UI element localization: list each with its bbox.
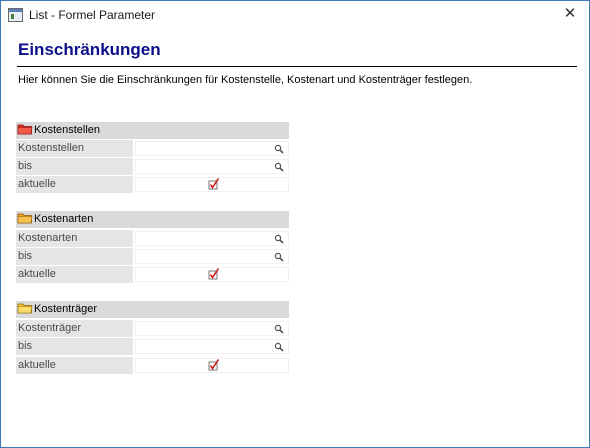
group-title: Kostenstellen (34, 124, 101, 136)
intro-text: Hier können Sie die Einschränkungen für … (18, 74, 473, 86)
search-icon[interactable] (274, 162, 284, 172)
window-title: List - Formel Parameter (29, 8, 156, 22)
search-icon[interactable] (274, 252, 284, 262)
group-header-kostentraeger: Kostenträger (16, 301, 289, 318)
row-label: bis (16, 338, 133, 355)
kostentraeger-from-input[interactable] (135, 321, 289, 336)
kostenstellen-to-input[interactable] (135, 159, 289, 174)
app-icon (8, 8, 23, 22)
heading-divider (17, 66, 577, 67)
current-checkbox[interactable] (208, 359, 220, 371)
row-label: aktuelle (16, 176, 133, 193)
row-label: bis (16, 158, 133, 175)
group-header-kostenstellen: Kostenstellen (16, 122, 289, 139)
kostenstellen-current-field (135, 177, 289, 192)
title-bar[interactable]: List - Formel Parameter ✕ (1, 1, 589, 29)
current-checkbox[interactable] (208, 178, 220, 190)
row-label: bis (16, 248, 133, 265)
group-header-kostenarten: Kostenarten (16, 211, 289, 228)
orange-folder-icon (17, 213, 33, 224)
kostenstellen-from-input[interactable] (135, 141, 289, 156)
kostenarten-from-input[interactable] (135, 231, 289, 246)
row-label: aktuelle (16, 266, 133, 283)
search-icon[interactable] (274, 342, 284, 352)
kostentraeger-to-input[interactable] (135, 339, 289, 354)
row-label: Kostenarten (16, 230, 133, 247)
group-title: Kostenarten (34, 213, 94, 225)
dialog-window: List - Formel Parameter ✕ Einschränkunge… (0, 0, 590, 448)
row-label: aktuelle (16, 357, 133, 374)
row-label: Kostenträger (16, 320, 133, 337)
row-label: Kostenstellen (16, 140, 133, 157)
search-icon[interactable] (274, 144, 284, 154)
kostentraeger-current-field (135, 358, 289, 373)
group-title: Kostenträger (34, 303, 97, 315)
red-folder-icon (17, 124, 33, 135)
search-icon[interactable] (274, 234, 284, 244)
kostenarten-to-input[interactable] (135, 249, 289, 264)
close-button[interactable]: ✕ (557, 1, 583, 25)
kostenarten-current-field (135, 267, 289, 282)
yellow-folder-icon (17, 303, 33, 314)
current-checkbox[interactable] (208, 268, 220, 280)
search-icon[interactable] (274, 324, 284, 334)
page-title: Einschränkungen (18, 40, 161, 59)
